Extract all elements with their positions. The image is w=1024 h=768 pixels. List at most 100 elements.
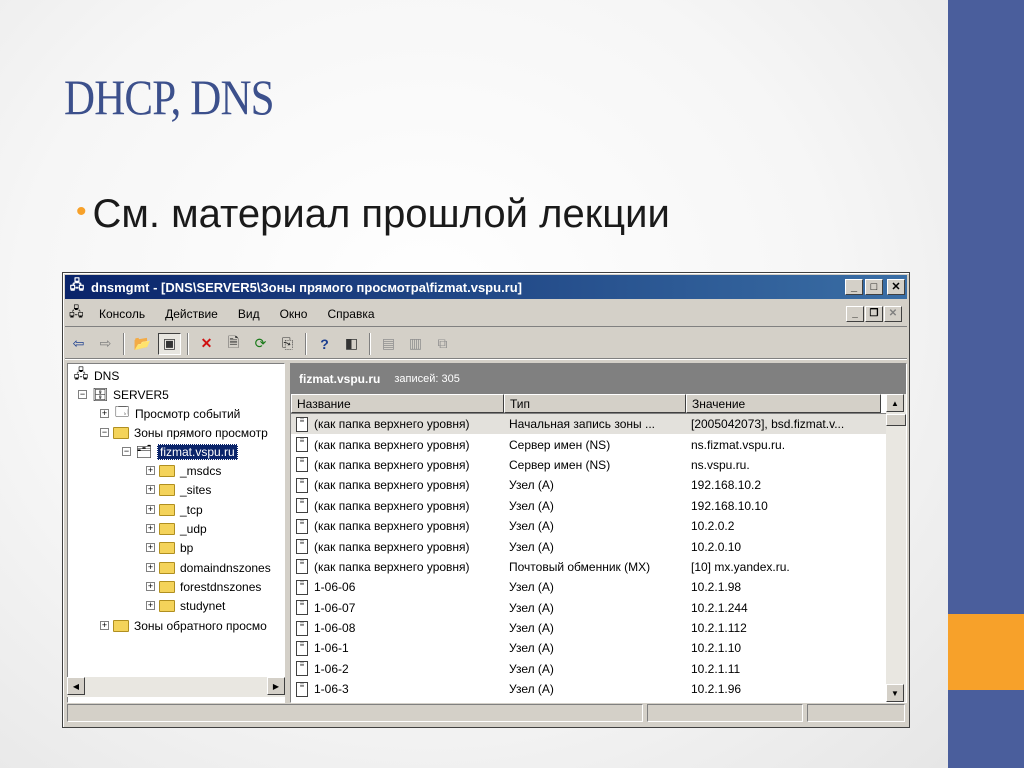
new-delegation-icon[interactable]: ⧉ [431,333,454,355]
bullet-item: • См. материал прошлой лекции [76,192,670,237]
expand-icon[interactable]: + [146,466,155,475]
record-value: ns.vspu.ru. [691,457,750,472]
refresh-icon[interactable]: ⟳ [249,333,272,355]
window-titlebar[interactable]: 🖧 dnsmgmt - [DNS\SERVER5\Зоны прямого пр… [65,275,907,299]
table-row[interactable]: ≡ (как папка верхнего уровня) Сервер имен … [291,455,906,475]
column-header-value[interactable]: Значение [686,394,881,413]
tree-node-tcp[interactable]: + _tcp [146,500,203,519]
child-restore-button[interactable]: ❐ [865,305,883,322]
tree-node-dns[interactable]: 🖧 DNS [72,366,120,385]
scroll-right-icon[interactable]: ▶ [267,677,285,695]
tree-node-studynet[interactable]: + studynet [146,596,225,615]
tree-node-sites[interactable]: + _sites [146,480,211,499]
record-icon: ≡ [296,559,308,575]
child-close-button[interactable]: ✕ [884,305,902,322]
show-hide-tree-icon[interactable]: ▣ [158,332,181,355]
scroll-down-icon[interactable]: ▼ [886,684,904,702]
menu-bar: 🖧 Консоль Действие Вид Окно Справка _ ❐ … [65,301,907,327]
table-row[interactable]: ≡ (как папка верхнего уровня) Узел (A) 192.… [291,496,906,516]
scroll-up-icon[interactable]: ▲ [886,394,904,412]
tree-node-zone-fizmat[interactable]: − 🗂 fizmat.vspu.ru [122,442,238,461]
tree-node-domaindnszones[interactable]: + domaindnszones [146,558,271,577]
expand-icon[interactable]: + [146,601,155,610]
tree-horizontal-scrollbar[interactable]: ◀ ▶ [67,677,285,697]
record-value: 10.2.1.98 [691,580,742,595]
record-value: [10] mx.yandex.ru. [691,559,790,574]
expand-icon[interactable]: + [146,485,155,494]
table-row[interactable]: ≡ (как папка верхнего уровня) Узел (A) 10.2… [291,516,906,536]
expand-icon[interactable]: + [100,409,109,418]
table-row[interactable]: ≡ 1-06-2 Узел (A) 10.2.1.11 [291,659,906,679]
tree-node-bp[interactable]: + bp [146,538,193,557]
new-record-icon[interactable]: ▤ [377,333,400,355]
properties-icon[interactable]: 🗎 [222,333,245,355]
table-row[interactable]: ≡ (как папка верхнего уровня) Сервер имен … [291,434,906,454]
expand-icon[interactable]: + [146,524,155,533]
toolbar-separator [305,332,307,355]
status-cell-middle [647,704,803,722]
table-row[interactable]: ≡ 1-06-06 Узел (A) 10.2.1.98 [291,577,906,597]
folder-icon [113,619,129,632]
scroll-track[interactable] [85,677,267,697]
tree-node-forestdnszones[interactable]: + forestdnszones [146,577,261,596]
maximize-button[interactable]: □ [865,279,883,295]
expand-icon[interactable]: + [146,582,155,591]
expand-icon[interactable]: + [146,543,155,552]
table-row[interactable]: ≡ 1-06-07 Узел (A) 10.2.1.244 [291,598,906,618]
record-name: 1-06-1 [314,641,349,656]
collapse-icon[interactable]: − [122,447,131,456]
table-row[interactable]: ≡ 1-06-08 Узел (A) 10.2.1.112 [291,618,906,638]
console-menu-icon[interactable]: 🖧 [69,303,89,325]
table-row[interactable]: ≡ (как папка верхнего уровня) Почтовый обм… [291,557,906,577]
record-type: Узел (A) [509,498,554,513]
toolbar-separator [123,332,125,355]
menu-action[interactable]: Действие [155,307,228,321]
column-header-type[interactable]: Тип [504,394,686,413]
folder-icon [159,580,175,593]
scroll-thumb[interactable] [886,414,906,426]
close-button[interactable]: ✕ [887,279,905,295]
tree-node-forward-zones[interactable]: − Зоны прямого просмотр [100,423,268,442]
tree-node-event-viewer[interactable]: + 🗔 Просмотр событий [100,404,240,423]
record-value: 10.2.0.10 [691,539,742,554]
expand-icon[interactable]: + [146,505,155,514]
record-value: 10.2.1.10 [691,641,742,656]
record-name: (как папка верхнего уровня) [314,498,470,513]
menu-console[interactable]: Консоль [89,307,155,321]
new-domain-icon[interactable]: ▥ [404,333,427,355]
help-icon[interactable]: ? [313,333,336,355]
tree-node-server[interactable]: − 🗄 SERVER5 [78,385,169,404]
tree-node-reverse-zones[interactable]: + Зоны обратного просмо [100,616,267,635]
scroll-left-icon[interactable]: ◀ [67,677,85,695]
menu-view[interactable]: Вид [228,307,270,321]
back-arrow-icon[interactable]: ⇦ [67,333,90,355]
record-value: 10.2.1.112 [691,621,747,636]
collapse-icon[interactable]: − [78,390,87,399]
export-icon[interactable]: ⎘ [276,333,299,355]
record-name: (как папка верхнего уровня) [314,437,470,452]
table-row[interactable]: ≡ (как папка верхнего уровня) Узел (A) 192.… [291,475,906,495]
column-header-name[interactable]: Название [291,394,504,413]
table-row[interactable]: ≡ (как папка верхнего уровня) Узел (A) 10.2… [291,536,906,556]
toolbar-separator [369,332,371,355]
expand-icon[interactable]: + [146,563,155,572]
menu-help[interactable]: Справка [317,307,384,321]
table-row[interactable]: ≡ 1-06-1 Узел (A) 10.2.1.10 [291,638,906,658]
table-row[interactable]: ≡ 1-06-3 Узел (A) 10.2.1.96 [291,679,906,699]
details-vertical-scrollbar[interactable]: ▲ ▼ [886,394,906,702]
collapse-icon[interactable]: − [100,428,109,437]
child-minimize-button[interactable]: _ [846,305,864,322]
table-row[interactable]: ≡ (как папка верхнего уровня) Начальная за… [291,414,906,435]
record-name: 1-06-08 [314,621,356,636]
tree-node-udp[interactable]: + _udp [146,519,207,538]
record-icon: ≡ [296,640,308,656]
console-tree: 🖧 DNS − 🗄 SERVER5 + 🗔 Просмотр событий − Зоны … [67,363,285,703]
delete-icon[interactable]: ✕ [195,333,218,355]
tree-node-msdcs[interactable]: + _msdcs [146,461,221,480]
up-folder-icon[interactable]: 📂 [131,333,154,355]
menu-window[interactable]: Окно [270,307,318,321]
console-tree-icon[interactable]: ◧ [340,333,363,355]
minimize-button[interactable]: _ [845,279,863,295]
forward-arrow-icon[interactable]: ⇨ [94,333,117,355]
expand-icon[interactable]: + [100,621,109,630]
